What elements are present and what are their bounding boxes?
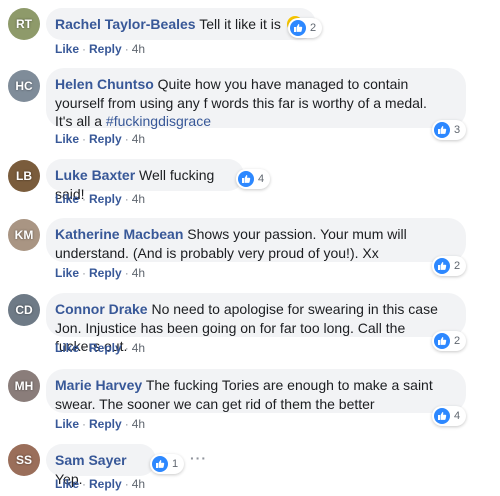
thumbs-up-icon: [434, 408, 450, 424]
comment-author[interactable]: Luke Baxter: [55, 167, 135, 183]
comment-author[interactable]: Connor Drake: [55, 301, 148, 317]
comment-author[interactable]: Sam Sayer: [55, 452, 127, 468]
like-count-badge[interactable]: 4: [432, 406, 467, 426]
comment-author[interactable]: Marie Harvey: [55, 377, 142, 393]
like-count: 4: [258, 173, 265, 185]
hashtag-link[interactable]: #fuckingdisgrace: [106, 113, 211, 129]
timestamp[interactable]: 4h: [132, 417, 145, 431]
reply-link[interactable]: Reply: [89, 341, 122, 355]
comment-author[interactable]: Katherine Macbean: [55, 226, 183, 242]
like-count-badge[interactable]: 1: [150, 454, 185, 474]
like-count-badge[interactable]: 3: [432, 120, 467, 140]
like-link[interactable]: Like: [55, 417, 79, 431]
reply-link[interactable]: Reply: [89, 132, 122, 146]
timestamp[interactable]: 4h: [132, 477, 145, 491]
thumbs-up-icon: [290, 20, 306, 36]
avatar[interactable]: KM: [8, 219, 40, 251]
avatar-initials: SS: [15, 453, 32, 467]
avatar-initials: CD: [15, 303, 33, 317]
comment-bubble: Helen Chuntso Quite how you have managed…: [46, 68, 466, 129]
avatar-initials: KM: [14, 228, 34, 242]
comment-actions: Like · Reply · 4h: [55, 192, 146, 206]
like-link[interactable]: Like: [55, 42, 79, 56]
avatar[interactable]: CD: [8, 294, 40, 326]
reply-link[interactable]: Reply: [89, 477, 122, 491]
like-link[interactable]: Like: [55, 266, 79, 280]
avatar[interactable]: LB: [8, 160, 40, 192]
timestamp[interactable]: 4h: [132, 266, 145, 280]
avatar[interactable]: HC: [8, 70, 40, 102]
comment-actions: Like · Reply · 4h: [55, 341, 146, 355]
avatar[interactable]: SS: [8, 444, 40, 476]
comment-author[interactable]: Helen Chuntso: [55, 76, 154, 92]
comment-bubble: Rachel Taylor-Beales Tell it like it is: [46, 8, 316, 40]
thumbs-up-icon: [434, 122, 450, 138]
avatar[interactable]: RT: [8, 8, 40, 40]
like-count: 3: [454, 124, 461, 136]
comment-actions: Like · Reply · 4h: [55, 477, 146, 491]
like-count: 4: [454, 410, 461, 422]
like-link[interactable]: Like: [55, 341, 79, 355]
timestamp[interactable]: 4h: [132, 341, 145, 355]
like-link[interactable]: Like: [55, 192, 79, 206]
like-count-badge[interactable]: 4: [236, 169, 271, 189]
avatar-initials: RT: [16, 17, 32, 31]
comment-text: Tell it like it is: [199, 16, 281, 32]
avatar[interactable]: MH: [8, 370, 40, 402]
avatar-initials: LB: [16, 169, 32, 183]
comment-bubble: Katherine Macbean Shows your passion. Yo…: [46, 218, 466, 262]
like-count: 2: [454, 335, 461, 347]
comment-bubble: Sam Sayer Yep.: [46, 444, 156, 487]
like-count: 2: [454, 260, 461, 272]
comment-actions: Like · Reply · 4h: [55, 132, 146, 146]
avatar-initials: HC: [15, 79, 33, 93]
like-link[interactable]: Like: [55, 477, 79, 491]
like-count: 2: [310, 22, 317, 34]
reply-link[interactable]: Reply: [89, 417, 122, 431]
comment-actions: Like · Reply · 4h: [55, 417, 146, 431]
comment-bubble: Marie Harvey The fucking Tories are enou…: [46, 369, 466, 413]
thumbs-up-icon: [238, 171, 254, 187]
thumbs-up-icon: [434, 258, 450, 274]
comment-text: It's all a: [55, 113, 106, 129]
like-count-badge[interactable]: 2: [288, 18, 323, 38]
comment-actions: Like · Reply · 4h: [55, 42, 146, 56]
more-options-icon[interactable]: ···: [190, 450, 207, 466]
thumbs-up-icon: [152, 456, 168, 472]
thumbs-up-icon: [434, 333, 450, 349]
timestamp[interactable]: 4h: [132, 192, 145, 206]
reply-link[interactable]: Reply: [89, 42, 122, 56]
reply-link[interactable]: Reply: [89, 192, 122, 206]
comment-author[interactable]: Rachel Taylor-Beales: [55, 16, 196, 32]
reply-link[interactable]: Reply: [89, 266, 122, 280]
avatar-initials: MH: [14, 379, 34, 393]
like-link[interactable]: Like: [55, 132, 79, 146]
comment-actions: Like · Reply · 4h: [55, 266, 146, 280]
timestamp[interactable]: 4h: [132, 42, 145, 56]
like-count-badge[interactable]: 2: [432, 256, 467, 276]
timestamp[interactable]: 4h: [132, 132, 145, 146]
like-count: 1: [172, 458, 179, 470]
comment-bubble: Connor Drake No need to apologise for sw…: [46, 293, 466, 354]
comment-bubble: Luke Baxter Well fucking said!: [46, 159, 244, 202]
like-count-badge[interactable]: 2: [432, 331, 467, 351]
